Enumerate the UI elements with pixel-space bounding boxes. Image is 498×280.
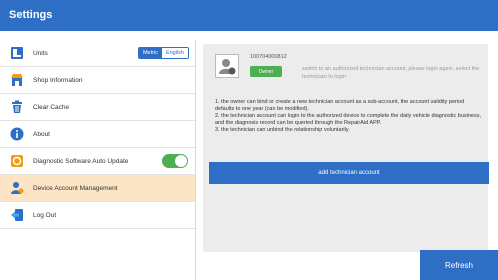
rule-item: 1. the owner can bind or create a new te…	[215, 99, 465, 112]
account-card: 100704000812 Owner switch to an authoriz…	[203, 44, 489, 252]
account-id: 100704000812	[250, 54, 287, 60]
sidebar-item-shop-information[interactable]: Shop Information	[0, 67, 195, 94]
sidebar-item-label: About	[33, 130, 50, 138]
owner-badge: Owner	[250, 66, 282, 77]
sidebar-item-label: Shop Information	[33, 76, 83, 84]
account-detail-pane: 100704000812 Owner switch to an authoriz…	[197, 40, 498, 280]
info-icon	[10, 127, 24, 141]
switch-account-hint: switch to an authorized technician accou…	[302, 66, 480, 80]
rule-item: 3. the technician can unbind the relatio…	[215, 127, 350, 133]
settings-sidebar: Units Metric English Shop Information Cl…	[0, 40, 196, 280]
sidebar-item-label: Clear Cache	[33, 103, 70, 111]
user-avatar-icon	[219, 59, 236, 75]
refresh-button[interactable]: Refresh	[420, 250, 498, 280]
rule-item: 2. the technician account can login to t…	[215, 113, 481, 126]
sidebar-item-log-out[interactable]: Log Out	[0, 202, 195, 229]
account-rules: 1. the owner can bind or create a new te…	[215, 99, 481, 134]
ruler-icon	[10, 46, 24, 60]
sidebar-item-auto-update[interactable]: Diagnostic Software Auto Update	[0, 148, 195, 175]
units-english-option[interactable]: English	[161, 48, 188, 58]
auto-update-toggle[interactable]	[162, 154, 188, 168]
page-title: Settings	[9, 9, 53, 21]
shop-icon	[10, 73, 24, 87]
units-metric-option[interactable]: Metric	[138, 48, 162, 58]
sidebar-item-units[interactable]: Units Metric English	[0, 40, 195, 67]
sidebar-item-device-account-management[interactable]: Device Account Management	[0, 175, 195, 202]
sidebar-item-label: Log Out	[33, 211, 57, 219]
sidebar-item-label: Diagnostic Software Auto Update	[33, 157, 129, 165]
trash-icon	[10, 100, 24, 114]
logout-icon	[10, 208, 24, 222]
avatar	[215, 54, 239, 78]
update-icon	[10, 154, 24, 168]
user-account-icon	[10, 181, 24, 195]
sidebar-item-about[interactable]: About	[0, 121, 195, 148]
toggle-knob	[175, 155, 187, 167]
sidebar-item-clear-cache[interactable]: Clear Cache	[0, 94, 195, 121]
sidebar-item-label: Units	[33, 49, 48, 57]
add-technician-button[interactable]: add technician account	[209, 162, 489, 184]
app-header: Settings	[0, 0, 498, 31]
units-segmented-control[interactable]: Metric English	[137, 47, 189, 59]
sidebar-item-label: Device Account Management	[33, 184, 118, 192]
